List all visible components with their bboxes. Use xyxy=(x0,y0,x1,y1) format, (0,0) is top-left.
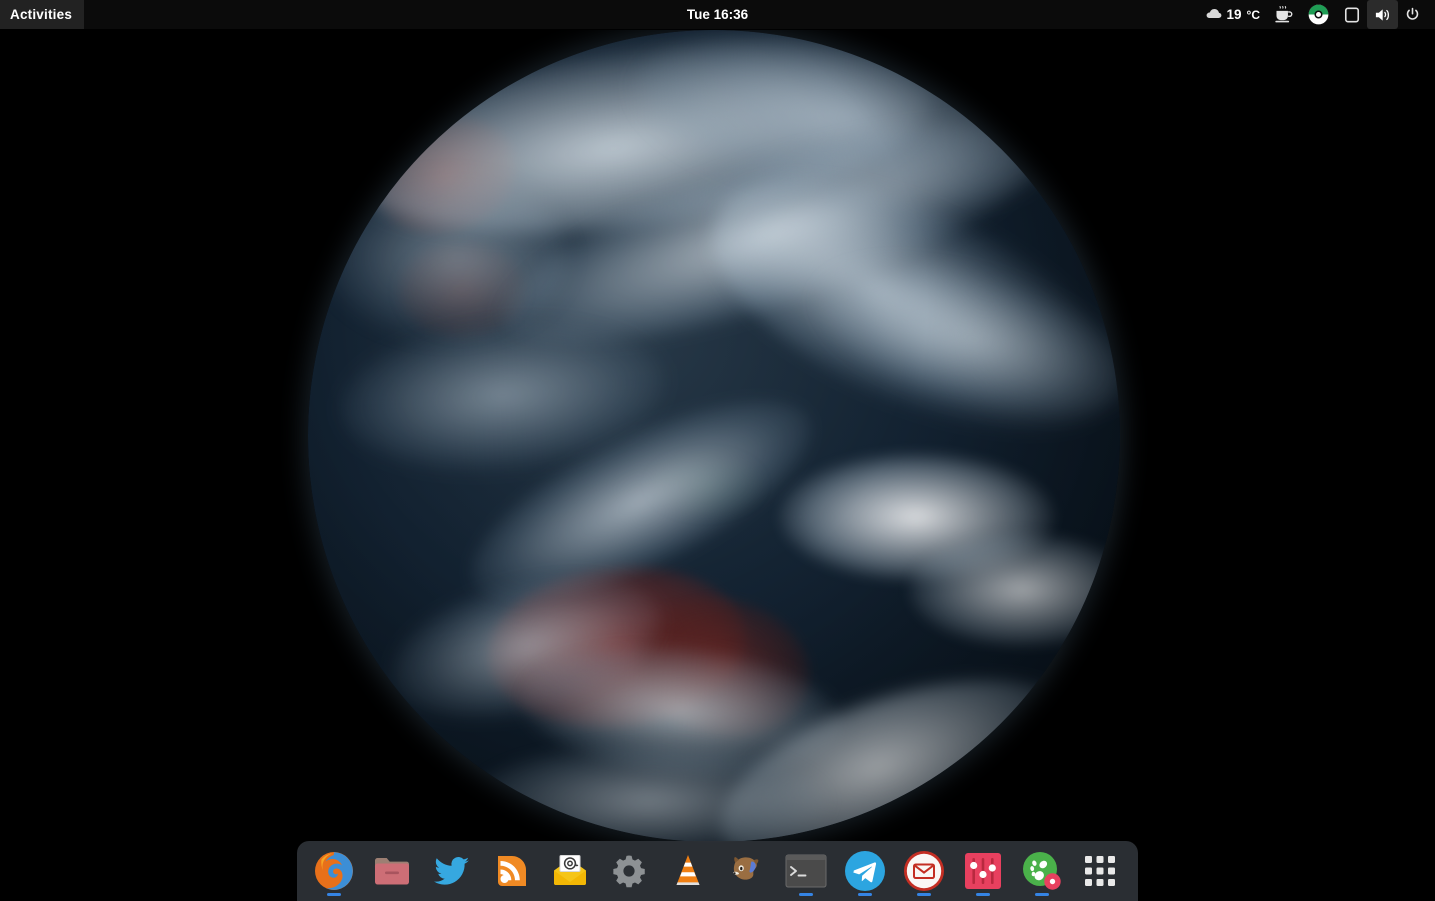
dock-item-firefox[interactable] xyxy=(309,845,360,897)
fox-head-icon xyxy=(727,851,767,891)
system-tray: 19 °C xyxy=(1198,0,1435,29)
running-indicator xyxy=(858,893,872,896)
sliders-icon xyxy=(963,851,1003,891)
running-indicator xyxy=(799,893,813,896)
dock-item-tweaks[interactable] xyxy=(1016,845,1067,897)
weather-indicator[interactable]: 19 °C xyxy=(1198,0,1268,29)
running-indicator xyxy=(976,893,990,896)
dock-item-fox-app[interactable] xyxy=(721,845,772,897)
dock-item-twitter[interactable] xyxy=(427,845,478,897)
dock-item-vlc[interactable] xyxy=(663,845,714,897)
gear-icon xyxy=(609,851,649,891)
running-indicator xyxy=(1035,893,1049,896)
power-icon[interactable] xyxy=(1398,0,1427,29)
caffeine-icon[interactable] xyxy=(1267,0,1300,29)
volume-icon[interactable] xyxy=(1367,0,1398,29)
at-mail-icon xyxy=(549,850,591,892)
dock-item-files[interactable] xyxy=(368,845,419,897)
envelope-icon xyxy=(903,850,945,892)
globe-shading xyxy=(308,30,1120,842)
terminal-icon xyxy=(785,854,827,888)
dock-item-mail[interactable] xyxy=(898,845,949,897)
weather-unit: °C xyxy=(1247,8,1260,22)
running-indicator xyxy=(327,893,341,896)
rss-icon xyxy=(490,850,532,892)
wallpaper xyxy=(0,0,1435,901)
gnome-foot-icon xyxy=(1021,850,1063,892)
telegram-icon xyxy=(844,850,886,892)
pomodoro-icon[interactable] xyxy=(1300,0,1337,29)
dock-item-telegram[interactable] xyxy=(839,845,890,897)
twitter-icon xyxy=(431,850,473,892)
earth-globe xyxy=(308,30,1120,842)
grid-icon xyxy=(1083,854,1117,888)
weather-temperature: 19 xyxy=(1227,7,1242,22)
dock-item-settings[interactable] xyxy=(604,845,655,897)
activities-button[interactable]: Activities xyxy=(0,0,84,29)
firefox-icon xyxy=(312,849,356,893)
dock-item-terminal[interactable] xyxy=(780,845,831,897)
running-indicator xyxy=(917,893,931,896)
screen-icon[interactable] xyxy=(1337,0,1367,29)
top-bar: Activities Tue 16:36 19 °C xyxy=(0,0,1435,29)
vlc-cone-icon xyxy=(668,851,708,891)
cloud-icon xyxy=(1205,7,1222,22)
clock[interactable]: Tue 16:36 xyxy=(618,7,818,22)
dock-item-webmail[interactable] xyxy=(545,845,596,897)
folder-icon xyxy=(372,850,414,892)
dock-item-show-apps[interactable] xyxy=(1075,845,1126,897)
dock-item-feedreader[interactable] xyxy=(486,845,537,897)
dock-item-mixer[interactable] xyxy=(957,845,1008,897)
dock xyxy=(297,841,1138,901)
desktop: Activities Tue 16:36 19 °C xyxy=(0,0,1435,901)
